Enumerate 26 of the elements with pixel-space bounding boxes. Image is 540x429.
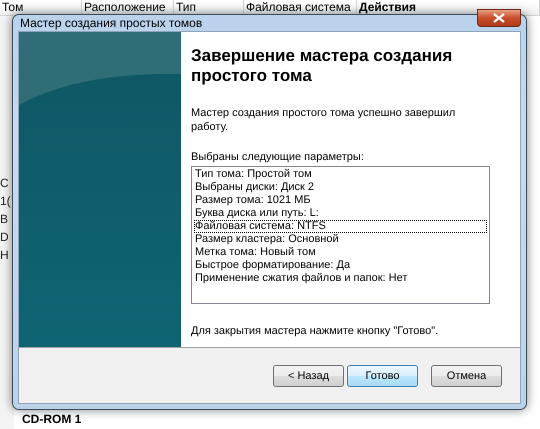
parameter-item[interactable]: Размер тома: 1021 МБ (194, 194, 487, 207)
parameter-item[interactable]: Размер кластера: Основной (194, 233, 487, 246)
disk-label: Н (0, 248, 10, 262)
disk-label: В (0, 212, 10, 226)
parameter-item[interactable]: Буква диска или путь: L: (194, 207, 487, 220)
disk-label: D (0, 230, 10, 244)
wizard-button[interactable]: Отмена (431, 364, 502, 386)
wizard-button[interactable]: Готово (347, 364, 418, 386)
parameter-item[interactable]: Выбраны диски: Диск 2 (194, 181, 487, 194)
parameters-list[interactable] (191, 166, 490, 304)
close-icon (493, 13, 505, 23)
parameter-item[interactable]: Тип тома: Простой том (194, 168, 487, 181)
parameter-item[interactable]: Файловая система: NTFS (194, 220, 487, 233)
list-label: Выбраны следующие параметры: (191, 150, 365, 164)
disk-label: 1( (0, 194, 12, 208)
closing-note: Для закрытия мастера нажмите кнопку "Готово". (191, 324, 440, 338)
intro-text: Мастер создания простого тома успешно завершил работу. (191, 106, 456, 134)
wizard-heading: Завершение мастера создания простого тома (191, 46, 454, 86)
parameter-item[interactable]: Применение сжатия файлов и папок: Нет (194, 272, 487, 285)
window-title: Мастер создания простых томов (19, 16, 202, 30)
parameter-item[interactable]: Метка тома: Новый том (194, 246, 487, 259)
device-label: CD-ROM 1 (22, 412, 82, 426)
parameter-item[interactable]: Быстрое форматирование: Да (194, 259, 487, 272)
close-button[interactable] (477, 9, 521, 27)
disk-label: С (0, 176, 10, 190)
wizard-button[interactable]: < Назад (273, 364, 344, 386)
